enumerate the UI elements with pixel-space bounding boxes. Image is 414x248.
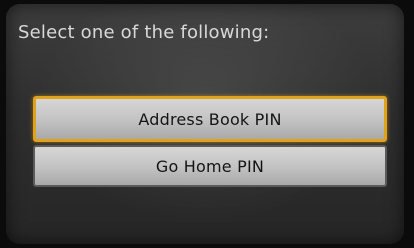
options-menu: Address Book PIN Go Home PIN bbox=[33, 96, 387, 187]
nav-screen: Select one of the following: Address Boo… bbox=[0, 0, 414, 248]
go-home-pin-label: Go Home PIN bbox=[155, 156, 265, 176]
go-home-pin-button[interactable]: Go Home PIN bbox=[33, 145, 387, 187]
page-title: Select one of the following: bbox=[18, 22, 270, 43]
address-book-pin-button[interactable]: Address Book PIN bbox=[33, 96, 387, 142]
address-book-pin-label: Address Book PIN bbox=[138, 109, 282, 129]
